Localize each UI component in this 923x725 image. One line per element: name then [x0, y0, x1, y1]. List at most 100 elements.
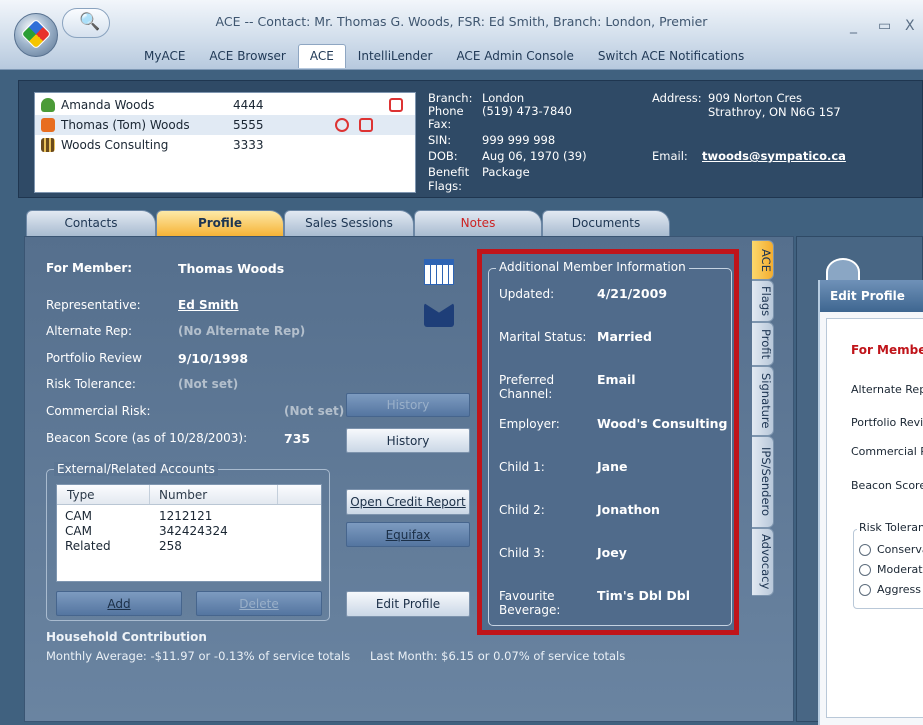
- beacon-score-label: Beacon Score (as of 10/28/2003):: [46, 431, 248, 445]
- menu-ace-browser[interactable]: ACE Browser: [197, 44, 297, 68]
- sin-value: 999 999 998: [482, 133, 556, 147]
- marital-status-label: Marital Status:: [499, 330, 587, 344]
- beacon-score-value: 735: [284, 431, 311, 446]
- menu-ace-admin-console[interactable]: ACE Admin Console: [444, 44, 585, 68]
- radio-moderate-label: Moderate: [877, 563, 923, 576]
- contact-row[interactable]: Woods Consulting 3333: [35, 135, 415, 155]
- dob-value: Aug 06, 1970 (39): [482, 149, 587, 163]
- accounts-table-header: Type Number: [57, 485, 321, 505]
- child3-value: Joey: [597, 545, 627, 560]
- close-button[interactable]: X: [905, 18, 915, 34]
- representative-label: Representative:: [46, 298, 141, 312]
- edit-commercial-label: Commercial Ri: [851, 445, 923, 458]
- col-type[interactable]: Type: [67, 488, 95, 502]
- radio-conservative[interactable]: [859, 544, 871, 556]
- delete-account-button[interactable]: Delete: [196, 591, 322, 616]
- child2-label: Child 2:: [499, 503, 545, 517]
- contact-name: Thomas (Tom) Woods: [61, 118, 190, 132]
- person-icon: [41, 118, 55, 132]
- edit-profile-dialog: Edit Profile For Member: Alternate Rep: …: [818, 280, 923, 725]
- radio-conservative-label: Conserva: [877, 543, 923, 556]
- additional-info-legend: Additional Member Information: [496, 260, 689, 274]
- sin-label: SIN:: [428, 133, 452, 147]
- window-title: ACE -- Contact: Mr. Thomas G. Woods, FSR…: [215, 14, 708, 29]
- alternate-rep-label: Alternate Rep:: [46, 324, 133, 338]
- side-tab-signature[interactable]: Signature: [752, 366, 774, 436]
- phone-value: (519) 473-7840: [482, 104, 572, 118]
- account-type[interactable]: Related: [65, 539, 111, 553]
- address-line1: 909 Norton Cres: [708, 91, 803, 105]
- business-icon: [41, 138, 55, 152]
- household-last-month: Last Month: $6.15 or 0.07% of service to…: [370, 649, 626, 663]
- accounts-table: Type Number CAM 1212121 CAM 342424324 Re…: [56, 484, 322, 582]
- open-credit-report-button[interactable]: Open Credit Report: [346, 489, 470, 515]
- radio-aggressive-label: Aggress: [877, 583, 921, 596]
- minimize-button[interactable]: _: [850, 18, 857, 34]
- contact-number: 4444: [233, 98, 264, 112]
- household-contribution-title: Household Contribution: [46, 630, 207, 644]
- no-phone-icon: [389, 98, 403, 112]
- benefit-value: Package: [482, 165, 530, 179]
- account-number[interactable]: 342424324: [159, 524, 228, 538]
- no-call-icon: [335, 118, 349, 132]
- edit-profile-button[interactable]: Edit Profile: [346, 591, 470, 617]
- flags-label: Flags:: [428, 179, 463, 193]
- updated-label: Updated:: [499, 287, 555, 301]
- tab-notes[interactable]: Notes: [414, 210, 542, 236]
- contact-number: 3333: [233, 138, 264, 152]
- side-tab-profit[interactable]: Profit: [752, 322, 774, 366]
- tab-contacts[interactable]: Contacts: [26, 210, 156, 236]
- radio-moderate[interactable]: [859, 564, 871, 576]
- dob-label: DOB:: [428, 149, 458, 163]
- side-tab-advocacy[interactable]: Advocacy: [752, 528, 774, 596]
- contact-number: 5555: [233, 118, 264, 132]
- menu-ace[interactable]: ACE: [297, 44, 346, 68]
- employer-label: Employer:: [499, 417, 560, 431]
- menu-intellilender[interactable]: IntelliLender: [346, 44, 445, 68]
- maximize-button[interactable]: ▭: [878, 18, 891, 34]
- no-phone-icon: [359, 118, 373, 132]
- address-line2: Strathroy, ON N6G 1S7: [708, 105, 841, 119]
- calendar-icon[interactable]: [424, 259, 454, 285]
- tab-sales-sessions[interactable]: Sales Sessions: [284, 210, 414, 236]
- email-link[interactable]: twoods@sympatico.ca: [702, 150, 846, 163]
- fax-label: Fax:: [428, 117, 452, 131]
- account-type[interactable]: CAM: [65, 509, 92, 523]
- favourite-beverage-value: Tim's Dbl Dbl: [597, 588, 691, 603]
- equifax-button[interactable]: Equifax: [346, 522, 470, 547]
- menu-switch-notifications[interactable]: Switch ACE Notifications: [586, 44, 756, 68]
- child3-label: Child 3:: [499, 546, 545, 560]
- tab-documents[interactable]: Documents: [542, 210, 670, 236]
- contact-name: Woods Consulting: [61, 138, 169, 152]
- additional-member-info-box: Additional Member Information Updated: 4…: [477, 249, 739, 635]
- email-label: Email:: [652, 149, 688, 163]
- edit-profile-body: For Member: Alternate Rep: Portfolio Rev…: [826, 318, 923, 718]
- radio-aggressive[interactable]: [859, 584, 871, 596]
- edit-alternate-rep-label: Alternate Rep:: [851, 383, 923, 396]
- add-account-button[interactable]: Add: [56, 591, 182, 616]
- menu-myace[interactable]: MyACE: [132, 44, 197, 68]
- beacon-history-button[interactable]: History: [346, 428, 470, 453]
- contact-row[interactable]: Thomas (Tom) Woods 5555: [35, 115, 415, 135]
- commercial-history-button[interactable]: History: [346, 393, 470, 417]
- account-number[interactable]: 258: [159, 539, 182, 553]
- address-label: Address:: [652, 91, 702, 105]
- favourite-beverage-label: Favourite Beverage:: [499, 589, 561, 617]
- child2-value: Jonathon: [597, 502, 660, 517]
- side-tab-flags[interactable]: Flags: [752, 280, 774, 322]
- tab-profile[interactable]: Profile: [156, 210, 284, 236]
- side-tab-ace[interactable]: ACE: [752, 240, 774, 280]
- account-number[interactable]: 1212121: [159, 509, 212, 523]
- person-icon: [41, 98, 55, 112]
- representative-link[interactable]: Ed Smith: [178, 298, 239, 312]
- contact-row[interactable]: Amanda Woods 4444: [35, 95, 415, 115]
- edit-beacon-label: Beacon Score: [851, 479, 923, 492]
- risk-tolerance-label: Risk Tolerance:: [46, 377, 136, 391]
- for-member-value: Thomas Woods: [178, 261, 285, 276]
- employer-value: Wood's Consulting: [597, 416, 728, 431]
- col-number[interactable]: Number: [159, 488, 207, 502]
- side-tab-ips-sendero[interactable]: IPS/Sendero: [752, 436, 774, 528]
- for-member-label: For Member:: [46, 261, 133, 275]
- edit-portfolio-label: Portfolio Revie: [851, 416, 923, 429]
- account-type[interactable]: CAM: [65, 524, 92, 538]
